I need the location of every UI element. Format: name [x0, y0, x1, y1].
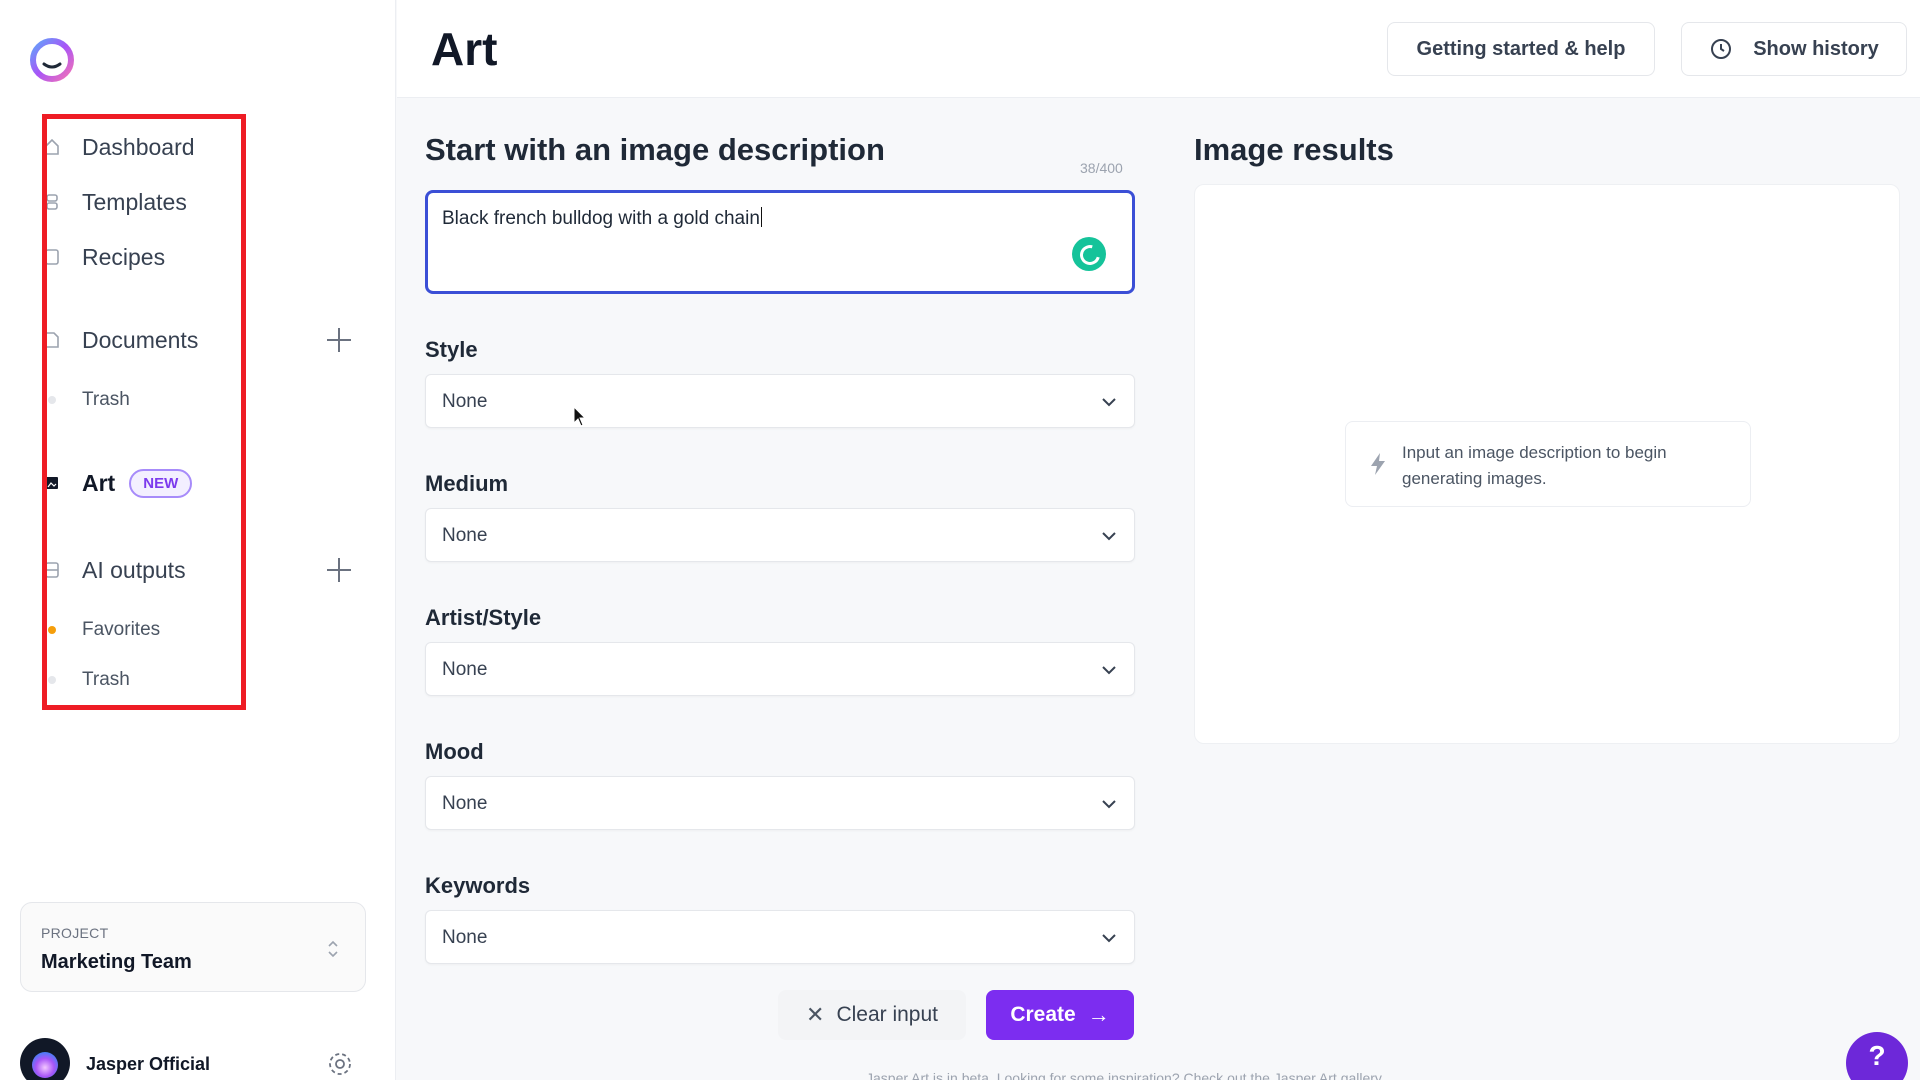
project-switcher[interactable]: PROJECT Marketing Team — [20, 902, 366, 992]
style-label: Style — [425, 337, 478, 362]
avatar[interactable] — [20, 1038, 70, 1080]
create-button[interactable]: Create → — [986, 990, 1134, 1040]
page-title: Art — [431, 23, 498, 75]
project-kicker: PROJECT — [41, 925, 109, 941]
top-header: Art Getting started & help Show history — [397, 0, 1920, 98]
arrow-right-icon: → — [1087, 1002, 1110, 1027]
new-badge: NEW — [129, 468, 193, 498]
beta-footer-note: Jasper Art is in beta. Looking for some … — [866, 1070, 1382, 1080]
document-icon — [44, 331, 60, 349]
sidebar-item-templates[interactable]: Templates — [44, 182, 187, 222]
chevron-down-icon — [1100, 527, 1118, 545]
sidebar-item-label: AI outputs — [82, 556, 186, 583]
add-output-plus-icon[interactable] — [324, 555, 354, 585]
medium-label: Medium — [425, 471, 509, 496]
chevron-down-icon — [1100, 795, 1118, 813]
results-title: Image results — [1194, 132, 1394, 167]
clear-input-label: Clear input — [836, 1003, 938, 1026]
keywords-label: Keywords — [425, 873, 531, 898]
empty-state-text: Input an image description to begin gene… — [1402, 443, 1667, 488]
user-row: Jasper Official — [20, 1036, 366, 1080]
sidebar-item-recipes[interactable]: Recipes — [44, 237, 165, 277]
recipes-icon — [44, 248, 60, 266]
mouse-pointer-icon — [573, 405, 587, 428]
style-select[interactable]: None — [425, 374, 1135, 428]
artist-style-select-value: None — [442, 659, 488, 680]
sidebar-item-label: Favorites — [82, 619, 161, 640]
help-fab-button[interactable]: ? — [1846, 1032, 1908, 1080]
sidebar-item-label: Templates — [82, 188, 187, 215]
gear-icon[interactable] — [326, 1050, 354, 1078]
mood-select-value: None — [442, 793, 488, 814]
sidebar-item-label: Dashboard — [82, 133, 195, 160]
user-name: Jasper Official — [86, 1054, 211, 1074]
getting-started-help-button[interactable]: Getting started & help — [1387, 22, 1655, 76]
chevron-down-icon — [1100, 929, 1118, 947]
home-icon — [44, 138, 60, 156]
close-icon: ✕ — [806, 1002, 825, 1027]
project-name: Marketing Team — [41, 951, 192, 973]
sidebar-item-favorites[interactable]: Favorites — [44, 610, 160, 650]
sidebar-item-label: Documents — [82, 326, 199, 353]
artist-style-select[interactable]: None — [425, 642, 1135, 696]
sidebar-item-label: Recipes — [82, 243, 166, 270]
show-history-label: Show history — [1753, 37, 1879, 60]
chevron-up-down-icon — [327, 939, 339, 959]
character-counter: 38/400 — [1080, 160, 1123, 176]
sidebar-item-documents[interactable]: Documents — [44, 320, 198, 360]
sidebar-item-dashboard[interactable]: Dashboard — [44, 127, 195, 167]
grammarly-icon[interactable] — [1072, 237, 1106, 271]
description-title: Start with an image description — [425, 132, 885, 167]
lightning-bolt-icon — [1368, 452, 1388, 476]
keywords-select[interactable]: None — [425, 910, 1135, 964]
sidebar-item-label: Art — [82, 469, 116, 496]
sidebar-item-documents-trash[interactable]: Trash — [44, 380, 130, 420]
clear-input-button[interactable]: ✕ Clear input — [778, 990, 966, 1040]
chevron-down-icon — [1100, 661, 1118, 679]
medium-select-value: None — [442, 525, 488, 546]
style-select-value: None — [442, 391, 488, 412]
jasper-logo-icon[interactable] — [26, 36, 78, 82]
sidebar-item-ai-outputs[interactable]: AI outputs — [44, 550, 186, 590]
outputs-icon — [44, 561, 60, 579]
show-history-button[interactable]: Show history — [1681, 22, 1907, 76]
dot-icon — [44, 621, 60, 639]
sidebar-item-label: Trash — [82, 669, 130, 690]
keywords-select-value: None — [442, 927, 488, 948]
mood-label: Mood — [425, 739, 484, 764]
chevron-down-icon — [1100, 393, 1118, 411]
dot-icon — [44, 671, 60, 689]
empty-state-card: Input an image description to begin gene… — [1345, 421, 1751, 507]
create-label: Create — [1010, 1003, 1076, 1026]
dot-icon — [44, 391, 60, 409]
medium-select[interactable]: None — [425, 508, 1135, 562]
sidebar-item-art[interactable]: Art NEW — [44, 463, 193, 503]
artist-style-label: Artist/Style — [425, 605, 542, 630]
help-question-icon: ? — [1868, 1040, 1886, 1071]
mood-select[interactable]: None — [425, 776, 1135, 830]
description-value: Black french bulldog with a gold chain — [442, 207, 762, 229]
sidebar-item-label: Trash — [82, 389, 130, 410]
clock-icon — [1709, 37, 1733, 61]
image-description-input[interactable]: Black french bulldog with a gold chain — [425, 190, 1135, 294]
add-document-plus-icon[interactable] — [324, 325, 354, 355]
sidebar-item-outputs-trash[interactable]: Trash — [44, 660, 130, 700]
image-results-panel: Input an image description to begin gene… — [1194, 184, 1900, 744]
sidebar: Dashboard Templates Recipes Documents Tr… — [0, 0, 396, 1080]
image-icon — [44, 474, 60, 492]
templates-icon — [44, 193, 60, 211]
